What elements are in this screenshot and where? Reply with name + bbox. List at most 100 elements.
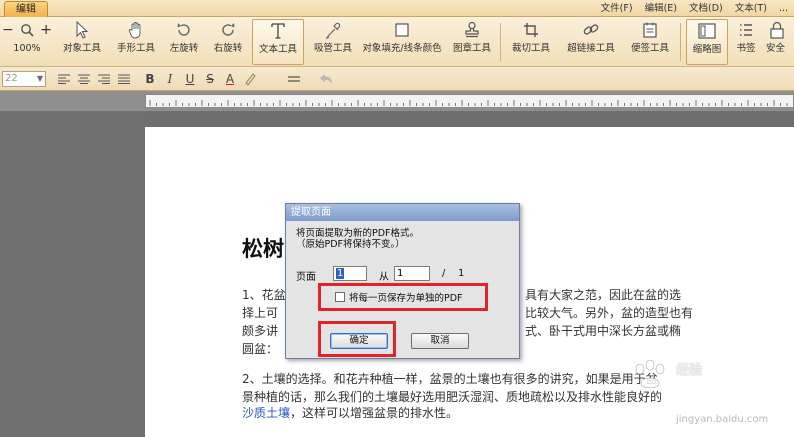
align-center-icon[interactable] [76,71,92,87]
underline-button[interactable]: U [182,71,198,87]
hand-icon [128,22,141,39]
rotate-right-button[interactable]: 右旋转 [208,19,248,65]
paragraph-2-line-3: 沙质土壤，这样可以增强盆景的排水性。 [242,404,458,422]
font-size-select[interactable]: 22 ▼ [2,71,46,87]
page-from-input[interactable]: 1 [333,266,367,281]
security-button[interactable]: 安全 [766,19,794,65]
zoom-out-icon[interactable]: − [2,22,14,38]
highlight-checkbox [318,283,488,311]
horizontal-ruler [145,94,794,108]
menu-file[interactable]: 文件(F) [595,1,639,16]
cancel-button[interactable]: 取消 [411,333,469,349]
eyedropper-icon [325,22,341,39]
line-spacing-icon[interactable] [286,71,302,87]
note-icon [643,22,657,38]
crop-tool-button[interactable]: 裁切工具 [508,19,554,65]
paragraph-1-line-3: 颇多讲 [242,324,279,338]
paragraph-1-right-2: 比较大气。另外，盆的造型也有 [525,306,694,320]
fill-color-icon [395,23,409,37]
from-label: 从 [379,272,389,283]
bookmark-label: 书签 [736,43,756,54]
paragraph-1-right-1: 具有大家之范，因此在盆的选 [525,288,682,302]
highlight-ok-button [318,321,396,357]
dialog-title: 提取页面 [286,204,519,221]
fill-color-tool-button[interactable]: 对象填充/线条颜色 [362,19,442,65]
bookmark-button[interactable]: 书签 [732,19,760,65]
page-to-value: 1 [397,268,404,279]
rotate-left-button[interactable]: 左旋转 [164,19,204,65]
main-toolbar: − + 100% 对象工具 手形工具 左旋转 右旋转 文本工具 吸管工具 对象填… [0,17,794,67]
dialog-message-line-1: 将页面提取为新的PDF格式。 [296,228,420,239]
eyedropper-tool-button[interactable]: 吸管工具 [310,19,356,65]
stamp-icon [465,21,479,38]
hyperlink-tool-label: 超链接工具 [567,43,615,54]
rotate-right-label: 右旋转 [213,43,243,54]
paragraph-1-line-1: 1、花盆 [242,288,286,302]
left-pane [0,111,145,437]
link-icon [583,24,599,35]
menu-more[interactable]: ... [773,1,794,16]
stamp-tool-label: 图章工具 [452,43,491,54]
thumbnail-button[interactable]: 缩略图 [686,19,728,65]
text-tool-label: 文本工具 [258,44,297,55]
page-label: 页面 [296,272,316,283]
crop-tool-label: 裁切工具 [511,43,550,54]
thumbnail-label: 缩略图 [692,44,722,55]
title-bar: 编辑 文件(F) 编辑(E) 文档(D) 文本(T) ... [0,0,794,17]
sandy-soil-link[interactable]: 沙质土壤 [242,406,290,420]
object-tool-button[interactable]: 对象工具 [58,19,106,65]
tab-edit[interactable]: 编辑 [4,1,48,17]
rotate-left-label: 左旋转 [169,43,199,54]
security-label: 安全 [766,43,786,54]
crop-icon [524,23,538,37]
paragraph-1-line-4: 圆盆： [242,342,279,356]
total-pages: 1 [458,268,465,279]
stamp-tool-button[interactable]: 图章工具 [450,19,494,65]
baidu-paw-logo [635,360,665,389]
hand-tool-label: 手形工具 [116,43,155,54]
magnifier-icon[interactable] [20,23,34,37]
hand-tool-button[interactable]: 手形工具 [112,19,160,65]
security-icon [770,21,784,39]
page-from-value: 1 [336,268,345,279]
dialog-message-line-2: （原始PDF将保持不变。） [296,239,405,250]
paragraph-2-line-3-text: ，这样可以增强盆景的排水性。 [290,406,459,420]
chevron-down-icon: ▼ [36,74,44,83]
strikethrough-button[interactable]: S [202,71,218,87]
undo-icon[interactable] [318,71,334,87]
object-tool-label: 对象工具 [62,43,101,54]
paragraph-1-right-3: 式、卧干式用中深长方盆或椭 [525,324,682,338]
note-tool-button[interactable]: 便签工具 [626,19,674,65]
menu-edit[interactable]: 编辑(E) [639,1,683,16]
note-tool-label: 便签工具 [630,43,669,54]
text-tool-button[interactable]: 文本工具 [252,19,304,65]
text-tool-icon [271,23,285,39]
font-size-value: 22 [5,73,18,84]
paragraph-2-line-1: 2、土壤的选择。和花卉种植一样，盆景的土壤也有很多的讲究，如果是用于盆 [242,372,658,386]
font-color-button[interactable]: A [222,71,238,87]
slash-label: / [442,268,446,279]
document-title: 松树 [242,236,284,261]
menu-text[interactable]: 文本(T) [729,1,773,16]
bookmark-icon [740,24,752,36]
italic-button[interactable]: I [162,71,178,87]
page-to-input[interactable]: 1 [394,266,430,281]
dialog-message: 将页面提取为新的PDF格式。 （原始PDF将保持不变。） [296,228,419,250]
watermark-url: jingyan.baidu.com [676,414,769,425]
eyedropper-tool-label: 吸管工具 [313,43,352,54]
menu-document[interactable]: 文档(D) [683,1,729,16]
hyperlink-tool-button[interactable]: 超链接工具 [562,19,620,65]
align-left-icon[interactable] [56,71,72,87]
fill-color-tool-label: 对象填充/线条颜色 [362,43,442,54]
highlighter-icon[interactable] [242,71,258,87]
main-menu: 文件(F) 编辑(E) 文档(D) 文本(T) ... [595,1,794,16]
align-right-icon[interactable] [96,71,112,87]
justify-icon[interactable] [116,71,132,87]
bold-button[interactable]: B [142,71,158,87]
zoom-in-icon[interactable]: + [40,22,52,38]
watermark-text: 经验 [676,363,703,378]
toolbar-divider [500,23,501,61]
zoom-value[interactable]: 100% [13,43,40,54]
rotate-left-icon [177,23,190,36]
rotate-right-icon [222,23,235,36]
